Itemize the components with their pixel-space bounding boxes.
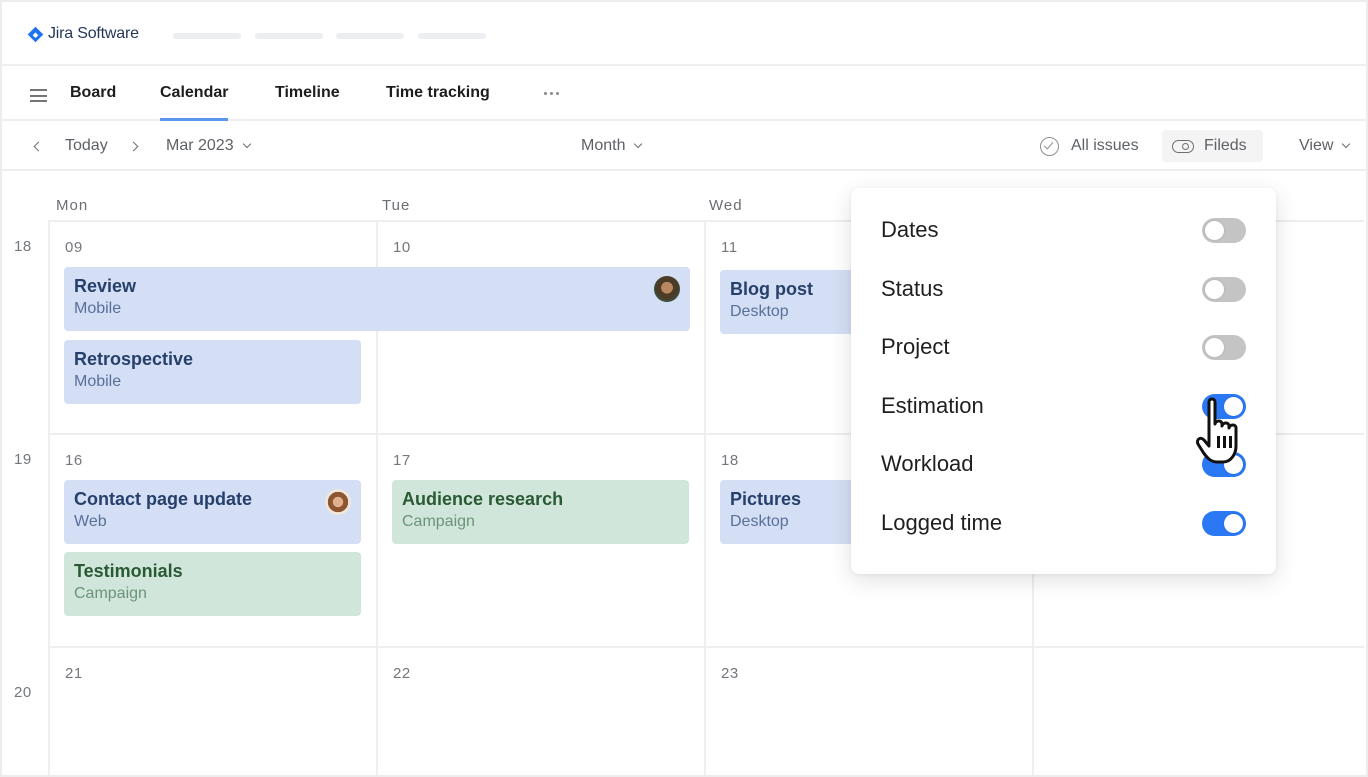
day-number: 18	[721, 452, 739, 469]
placeholder-bar	[255, 33, 323, 39]
avatar[interactable]	[654, 276, 680, 302]
event-subtitle: Web	[74, 513, 107, 530]
day-number: 21	[65, 665, 83, 682]
app-header: Jira Software	[2, 2, 1366, 66]
event-card[interactable]: Pictures Desktop	[720, 480, 860, 544]
calendar-toolbar: Today Mar 2023 Month All issues Fileds V…	[2, 123, 1366, 171]
week-number: 18	[14, 238, 32, 255]
tab-time-tracking[interactable]: Time tracking	[386, 84, 490, 102]
event-card[interactable]: Review Mobile	[64, 267, 690, 331]
field-option-status[interactable]: Status	[881, 274, 1246, 304]
chevron-right-icon	[128, 141, 139, 151]
placeholder-bar	[336, 33, 404, 39]
view-mode-label: Month	[581, 137, 626, 154]
event-title: Audience research	[402, 489, 564, 509]
app-name: Jira Software	[48, 25, 139, 42]
event-subtitle: Desktop	[730, 303, 789, 320]
next-button[interactable]	[128, 123, 139, 169]
event-title: Contact page update	[74, 489, 253, 509]
view-tabs: Board Calendar Timeline Time tracking	[2, 68, 1366, 121]
app-window: Jira Software Board Calendar Timeline Ti…	[2, 2, 1366, 777]
event-title: Review	[74, 276, 137, 296]
field-option-logged-time[interactable]: Logged time	[881, 508, 1246, 538]
chevron-down-icon	[1342, 139, 1351, 149]
event-card[interactable]: Contact page update Web	[64, 480, 361, 544]
event-subtitle: Campaign	[402, 513, 475, 530]
chevron-down-icon	[634, 139, 643, 149]
day-number: 17	[393, 452, 411, 469]
weekday-header: Tue	[382, 197, 411, 214]
view-menu-button[interactable]: View	[1299, 123, 1351, 169]
day-cell[interactable]: 23	[704, 646, 1032, 777]
weekday-header: Wed	[709, 197, 743, 214]
field-option-label: Logged time	[881, 510, 1003, 535]
event-title: Testimonials	[74, 561, 183, 581]
toggle-switch[interactable]	[1202, 334, 1246, 360]
hamburger-menu-icon[interactable]	[30, 89, 47, 102]
fields-label: Fileds	[1204, 137, 1247, 154]
placeholder-bar	[418, 33, 486, 39]
today-button[interactable]: Today	[65, 123, 108, 169]
toggle-switch[interactable]	[1202, 393, 1246, 419]
placeholder-bar	[173, 33, 241, 39]
day-number: 11	[721, 239, 738, 256]
chevron-down-icon	[242, 139, 251, 149]
all-issues-filter[interactable]: All issues	[1040, 123, 1139, 169]
avatar[interactable]	[325, 489, 351, 515]
event-subtitle: Mobile	[74, 300, 122, 317]
field-option-label: Dates	[881, 217, 939, 242]
app-logo[interactable]: Jira Software	[27, 25, 139, 43]
day-cell[interactable]: 22	[376, 646, 704, 777]
event-card[interactable]: Testimonials Campaign	[64, 552, 361, 616]
event-subtitle: Campaign	[74, 585, 147, 602]
field-option-estimation[interactable]: Estimation	[881, 391, 1246, 421]
check-circle-icon	[1040, 136, 1059, 156]
tab-board[interactable]: Board	[70, 84, 116, 102]
chevron-left-icon	[33, 141, 44, 151]
toggle-switch[interactable]	[1202, 510, 1246, 536]
day-number: 16	[65, 452, 83, 469]
field-option-label: Workload	[881, 451, 974, 476]
day-number: 10	[393, 239, 411, 256]
event-subtitle: Desktop	[730, 513, 789, 530]
more-horizontal-icon[interactable]	[544, 91, 562, 97]
toggle-switch[interactable]	[1202, 217, 1246, 243]
day-cell[interactable]	[1032, 646, 1364, 777]
prev-button[interactable]	[33, 123, 44, 169]
week-number: 19	[14, 451, 32, 468]
week-number: 20	[14, 684, 32, 701]
day-cell[interactable]: 21	[48, 646, 376, 777]
event-card[interactable]: Blog post Desktop	[720, 270, 860, 334]
field-option-label: Project	[881, 334, 950, 359]
event-subtitle: Mobile	[74, 373, 122, 390]
weekday-header: Mon	[56, 197, 89, 214]
toggle-switch[interactable]	[1202, 276, 1246, 302]
event-card[interactable]: Retrospective Mobile	[64, 340, 361, 404]
month-picker[interactable]: Mar 2023	[166, 123, 251, 169]
event-title: Blog post	[730, 279, 813, 299]
day-number: 22	[393, 665, 411, 682]
day-number: 09	[65, 239, 83, 256]
month-picker-label: Mar 2023	[166, 137, 234, 154]
toggle-eye-icon	[1172, 139, 1194, 153]
fields-button[interactable]: Fileds	[1162, 130, 1263, 162]
view-label: View	[1299, 137, 1334, 154]
day-number: 23	[721, 665, 739, 682]
event-card[interactable]: Audience research Campaign	[392, 480, 689, 544]
field-option-label: Estimation	[881, 393, 984, 418]
field-option-label: Status	[881, 276, 944, 301]
toggle-switch[interactable]	[1202, 451, 1246, 477]
tab-timeline[interactable]: Timeline	[275, 84, 340, 102]
fields-popup: Dates Status Project Estimation Workload…	[851, 188, 1276, 574]
field-option-dates[interactable]: Dates	[881, 215, 1246, 245]
jira-diamond-icon	[27, 26, 44, 42]
event-title: Retrospective	[74, 349, 194, 369]
all-issues-label: All issues	[1071, 137, 1139, 154]
tab-calendar[interactable]: Calendar	[160, 84, 229, 121]
event-title: Pictures	[730, 489, 802, 509]
field-option-project[interactable]: Project	[881, 332, 1246, 362]
view-mode-select[interactable]: Month	[581, 123, 643, 169]
field-option-workload[interactable]: Workload	[881, 449, 1246, 479]
